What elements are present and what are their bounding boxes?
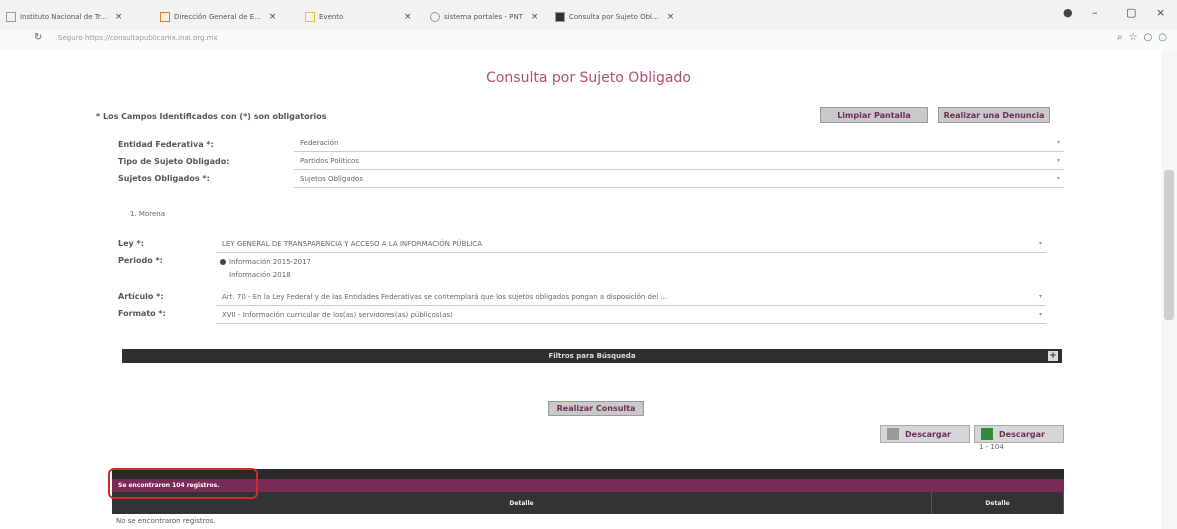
download-button[interactable]: Descargar <box>880 425 970 443</box>
close-icon[interactable]: × <box>115 12 123 22</box>
ley-value: LEY GENERAL DE TRANSPARENCIA Y ACCESO A … <box>222 240 482 248</box>
tipo-value: Partidos Políticos <box>300 157 359 165</box>
loading-icon <box>430 12 440 22</box>
articulo-select[interactable]: Art. 70 - En la Ley Federal y de las Ent… <box>216 290 1046 306</box>
highlight-box <box>108 468 258 499</box>
page-title: Consulta por Sujeto Obligado <box>486 70 691 86</box>
radio-selected-icon <box>220 259 226 265</box>
close-icon[interactable]: × <box>269 12 277 22</box>
extension-icon[interactable]: ○ <box>1144 32 1153 43</box>
url-field[interactable]: Seguro https://consultapublicamx.inai.or… <box>58 34 218 42</box>
tipo-label: Tipo de Sujeto Obligado: <box>118 157 230 166</box>
address-bar: ↻ Seguro https://consultapublicamx.inai.… <box>0 30 1177 50</box>
download-excel-button[interactable]: Descargar <box>974 425 1064 443</box>
articulo-label: Artículo *: <box>118 292 164 301</box>
run-query-button[interactable]: Realizar Consulta <box>548 401 644 416</box>
formato-value: XVII - Información curricular de los(as)… <box>222 311 453 319</box>
browser-tab[interactable]: Dirección General de E... × <box>160 6 300 28</box>
no-results-text: No se encontraron registros. <box>116 517 216 525</box>
pager: 1 - 104 <box>979 443 1004 451</box>
account-icon[interactable]: ● <box>1063 6 1073 19</box>
chevron-down-icon: ▾ <box>1038 311 1042 318</box>
bookmark-star-icon[interactable]: ☆ <box>1129 32 1138 43</box>
required-note: * Los Campos Identificados con (*) son o… <box>96 112 327 121</box>
tab-label: Instituto Nacional de Tr... <box>20 13 107 21</box>
tab-label: sistema portales - PNT <box>444 13 523 21</box>
formato-select[interactable]: XVII - Información curricular de los(as)… <box>216 308 1046 324</box>
browser-tab-active[interactable]: Consulta por Sujeto Obl... × <box>555 6 715 28</box>
selected-subject: 1. Morena <box>130 210 165 218</box>
close-icon[interactable]: × <box>667 12 675 22</box>
sujetos-label: Sujetos Obligados *: <box>118 174 210 183</box>
search-icon[interactable]: ⌕ <box>1117 32 1123 43</box>
window-close-icon[interactable]: × <box>1156 6 1165 19</box>
entidad-select[interactable]: Federación ▾ <box>294 136 1064 152</box>
reload-icon[interactable]: ↻ <box>34 32 42 43</box>
articulo-value: Art. 70 - En la Ley Federal y de las Ent… <box>222 293 668 301</box>
periodo-option-label: Información 2015-2017 <box>229 258 312 266</box>
entidad-value: Federación <box>300 139 339 147</box>
chevron-down-icon: ▾ <box>1056 157 1060 164</box>
document-icon <box>887 428 899 440</box>
sujetos-select[interactable]: Sujetos Obligados ▾ <box>294 172 1064 188</box>
search-filters-bar[interactable]: Filtros para Búsqueda + <box>122 349 1062 363</box>
chevron-down-icon: ▾ <box>1056 175 1060 182</box>
chevron-down-icon: ▾ <box>1038 293 1042 300</box>
column-header-detalle-2[interactable]: Detalle <box>932 492 1064 514</box>
browser-tab[interactable]: Evento <box>305 6 395 28</box>
filters-label: Filtros para Búsqueda <box>548 352 636 360</box>
page-icon <box>6 12 16 22</box>
report-button[interactable]: Realizar una Denuncia <box>938 107 1050 123</box>
ley-label: Ley *: <box>118 239 144 248</box>
browser-tab[interactable]: sistema portales - PNT × <box>430 6 545 28</box>
periodo-option-2018[interactable]: Información 2018 <box>229 271 291 279</box>
scrollbar[interactable] <box>1161 50 1177 529</box>
page-icon <box>305 12 315 22</box>
extension-icon[interactable]: ○ <box>1158 32 1167 43</box>
tipo-select[interactable]: Partidos Políticos ▾ <box>294 154 1064 170</box>
periodo-label: Periodo *: <box>118 256 163 265</box>
ley-select[interactable]: LEY GENERAL DE TRANSPARENCIA Y ACCESO A … <box>216 237 1046 253</box>
tab-label: Dirección General de E... <box>174 13 261 21</box>
page-icon <box>555 12 565 22</box>
minimize-icon[interactable]: – <box>1092 6 1098 19</box>
browser-tabbar: Instituto Nacional de Tr... × Dirección … <box>0 0 1177 30</box>
page-icon <box>160 12 170 22</box>
tab-label: Evento <box>319 13 344 21</box>
browser-tab[interactable]: Instituto Nacional de Tr... × <box>6 6 156 28</box>
download-label: Descargar <box>905 429 951 439</box>
excel-icon <box>981 428 993 440</box>
close-icon[interactable]: × <box>400 6 420 28</box>
close-icon[interactable]: × <box>531 12 539 22</box>
periodo-option-2015-2017[interactable]: Información 2015-2017 <box>220 258 311 266</box>
maximize-icon[interactable]: ▢ <box>1126 6 1136 19</box>
clear-screen-button[interactable]: Limpiar Pantalla <box>820 107 928 123</box>
chevron-down-icon: ▾ <box>1038 240 1042 247</box>
entidad-label: Entidad Federativa *: <box>118 140 214 149</box>
formato-label: Formato *: <box>118 309 166 318</box>
sujetos-value: Sujetos Obligados <box>300 175 363 183</box>
download-label: Descargar <box>999 429 1045 439</box>
chevron-down-icon: ▾ <box>1056 139 1060 146</box>
expand-icon[interactable]: + <box>1048 351 1058 361</box>
scrollbar-thumb[interactable] <box>1164 170 1174 320</box>
tab-label: Consulta por Sujeto Obl... <box>569 13 659 21</box>
